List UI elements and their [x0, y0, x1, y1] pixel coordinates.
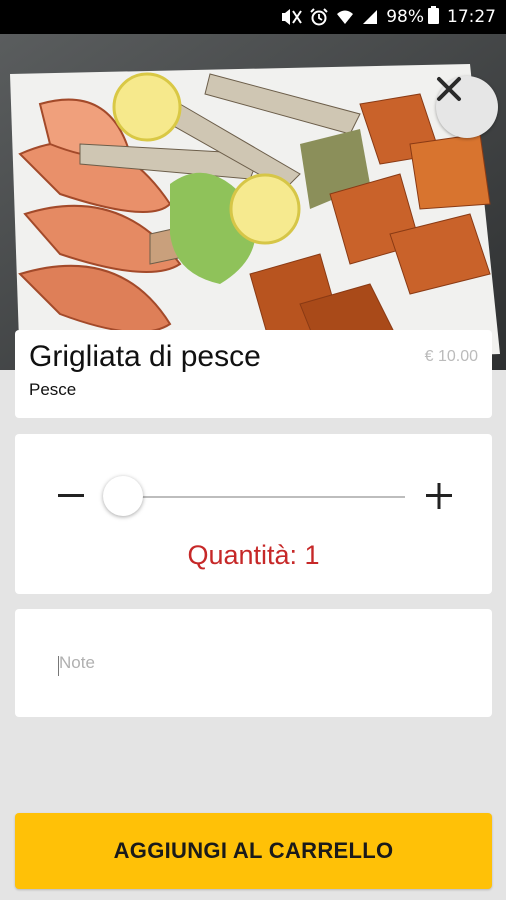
- add-to-cart-button[interactable]: AGGIUNGI AL CARRELLO: [15, 813, 492, 889]
- increase-quantity-button[interactable]: [419, 478, 459, 518]
- status-icons: [280, 8, 378, 26]
- decrease-quantity-button[interactable]: [51, 478, 91, 518]
- mute-icon: [280, 8, 303, 26]
- battery-icon: [428, 5, 439, 29]
- slider-thumb[interactable]: [103, 476, 143, 516]
- clock: 17:27: [447, 7, 496, 27]
- quantity-label-text: Quantità:: [187, 540, 305, 570]
- quantity-label: Quantità: 1: [15, 540, 492, 571]
- plus-icon: [425, 482, 453, 514]
- slider-track: [123, 496, 405, 498]
- status-bar: 98% 17:27: [0, 0, 506, 34]
- notes-input[interactable]: [29, 623, 478, 703]
- product-image: [0, 34, 506, 370]
- product-category: Pesce: [29, 380, 77, 399]
- signal-icon: [362, 9, 378, 25]
- product-info-card: Grigliata di pesce Pesce € 10.00: [15, 330, 492, 418]
- quantity-slider[interactable]: [103, 476, 405, 516]
- product-price: € 10.00: [424, 348, 478, 365]
- quantity-card: Quantità: 1: [15, 434, 492, 594]
- minus-icon: [57, 482, 85, 514]
- battery-percent: 98%: [386, 7, 424, 27]
- close-button[interactable]: [436, 76, 498, 138]
- product-name: Grigliata di pesce: [29, 340, 261, 373]
- quantity-value: 1: [304, 540, 320, 570]
- alarm-icon: [310, 8, 328, 26]
- wifi-icon: [336, 9, 354, 25]
- text-cursor: [58, 656, 59, 676]
- notes-card: [15, 609, 492, 717]
